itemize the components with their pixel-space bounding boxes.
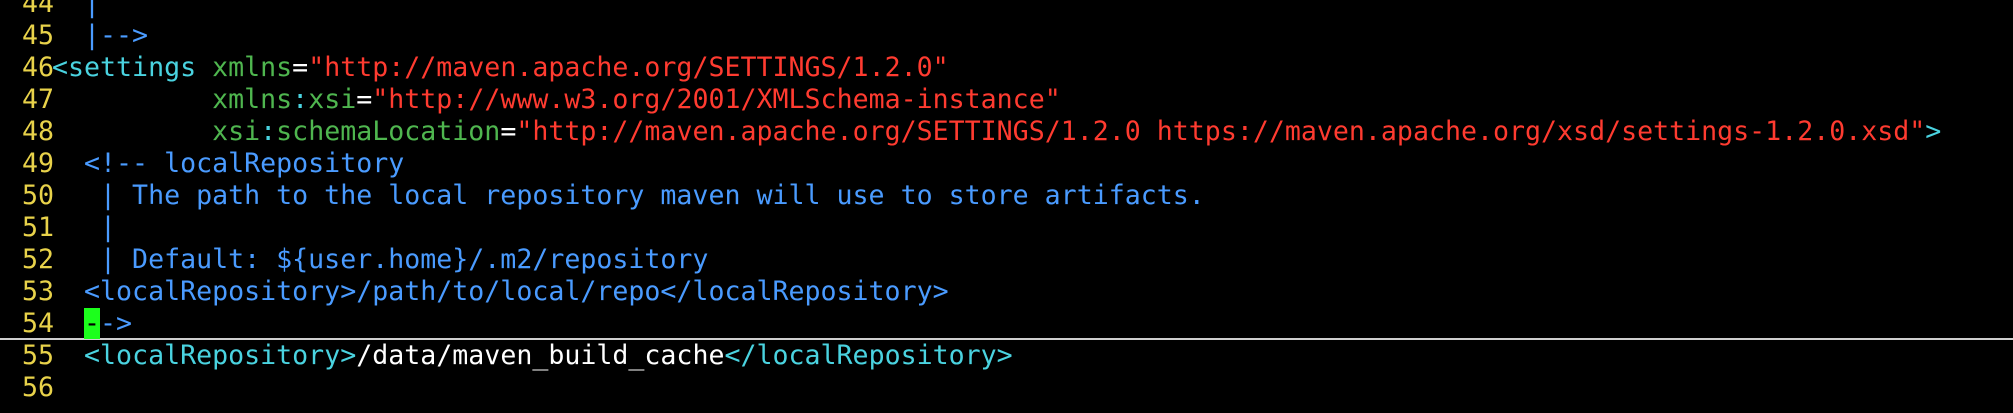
code-token: <settings: [52, 52, 213, 83]
code-token: "http://www.w3.org/2001/XMLSchema-instan…: [372, 84, 1061, 115]
line-number: 48: [22, 116, 55, 147]
code-token: :: [292, 84, 309, 115]
editor-line[interactable]: 51 |: [0, 212, 2013, 244]
code-token: :: [260, 116, 277, 147]
vim-editor[interactable]: 44 | 45 |--> 46<settings xmlns="http://mav…: [0, 0, 2013, 404]
editor-line[interactable]: 48 xsi:schemaLocation="http://maven.apac…: [0, 116, 2013, 148]
editor-line[interactable]: 56: [0, 372, 2013, 404]
line-code: <!-- localRepository: [52, 148, 404, 179]
line-number: 54: [22, 308, 55, 339]
line-code: <localRepository>/data/maven_build_cache…: [52, 340, 1013, 371]
code-token: ->: [100, 308, 133, 339]
code-token: <localRepository>/path/to/local/repo</lo…: [52, 276, 949, 307]
line-number: 45: [22, 20, 55, 51]
editor-line[interactable]: 44 |: [0, 0, 2013, 20]
code-token: schemaLocation: [276, 116, 501, 147]
line-code: | The path to the local repository maven…: [52, 180, 1205, 211]
code-token: xsi: [212, 116, 261, 147]
editor-line[interactable]: 54 -->: [0, 308, 2013, 340]
line-code: |-->: [52, 20, 148, 51]
code-token: "http://maven.apache.org/SETTINGS/1.2.0 …: [516, 116, 1926, 147]
code-token: | Default: ${user.home}/.m2/repository: [52, 244, 709, 275]
editor-line[interactable]: 49 <!-- localRepository: [0, 148, 2013, 180]
code-token: =: [292, 52, 309, 83]
line-number: 47: [22, 84, 55, 115]
line-code: |: [52, 0, 100, 19]
line-number: 52: [22, 244, 55, 275]
line-code: xsi:schemaLocation="http://maven.apache.…: [52, 116, 1941, 147]
editor-line[interactable]: 53 <localRepository>/path/to/local/repo<…: [0, 276, 2013, 308]
code-token: </localRepository>: [724, 340, 1013, 371]
code-token: xmlns: [212, 52, 293, 83]
line-number: 49: [22, 148, 55, 179]
editor-line[interactable]: 50 | The path to the local repository ma…: [0, 180, 2013, 212]
line-number: 46: [22, 52, 55, 83]
editor-line[interactable]: 52 | Default: ${user.home}/.m2/repositor…: [0, 244, 2013, 276]
line-code: xmlns:xsi="http://www.w3.org/2001/XMLSch…: [52, 84, 1061, 115]
line-number: 51: [22, 212, 55, 243]
editor-line[interactable]: 46<settings xmlns="http://maven.apache.o…: [0, 52, 2013, 84]
code-token: |: [52, 212, 117, 243]
code-token: xmlns: [212, 84, 293, 115]
code-token: |: [52, 0, 101, 19]
line-code: <localRepository>/path/to/local/repo</lo…: [52, 276, 949, 307]
editor-line[interactable]: 55 <localRepository>/data/maven_build_ca…: [0, 340, 2013, 372]
code-token: <!-- localRepository: [52, 148, 405, 179]
line-code: <settings xmlns="http://maven.apache.org…: [52, 52, 949, 83]
editor-line[interactable]: 47 xmlns:xsi="http://www.w3.org/2001/XML…: [0, 84, 2013, 116]
code-token: |-->: [52, 20, 149, 51]
line-number: 50: [22, 180, 55, 211]
code-token: "http://maven.apache.org/SETTINGS/1.2.0": [308, 52, 949, 83]
line-code: |: [52, 212, 116, 243]
text-cursor: -: [84, 308, 101, 339]
line-code: -->: [52, 308, 132, 339]
code-token: =: [356, 84, 373, 115]
code-token: >: [1925, 116, 1942, 147]
code-token: /data/maven_build_cache: [356, 340, 725, 371]
code-token: xsi: [308, 84, 357, 115]
code-token: <localRepository>: [84, 340, 357, 371]
line-number: 53: [22, 276, 55, 307]
code-token: =: [500, 116, 517, 147]
code-token: | The path to the local repository maven…: [52, 180, 1205, 211]
line-code: | Default: ${user.home}/.m2/repository: [52, 244, 708, 275]
editor-line[interactable]: 45 |-->: [0, 20, 2013, 52]
line-number: 56: [22, 372, 55, 403]
line-number: 55: [22, 340, 55, 371]
line-number: 44: [22, 0, 55, 19]
